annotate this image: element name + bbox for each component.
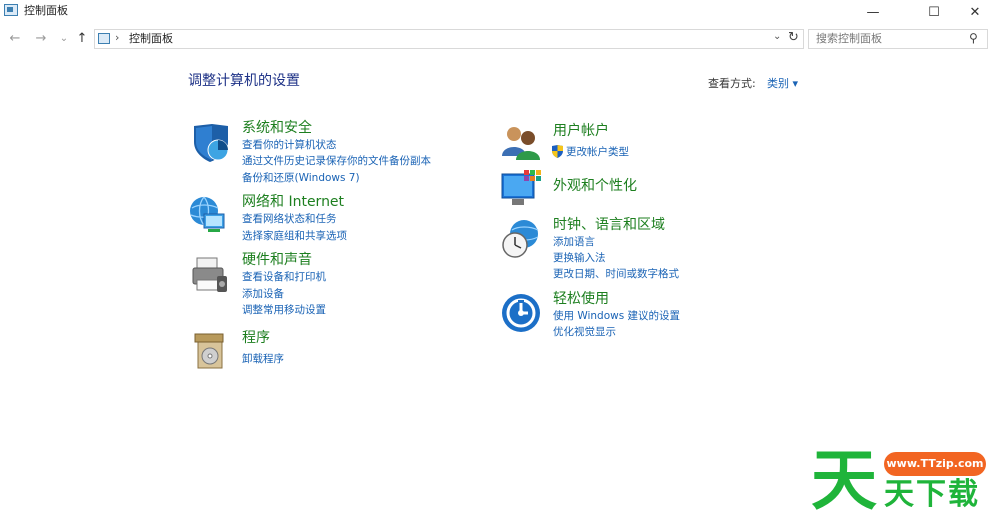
- breadcrumb-separator[interactable]: ›: [115, 31, 119, 44]
- window-title: 控制面板: [24, 4, 68, 17]
- control-panel-icon: [98, 33, 110, 44]
- link-backup-restore[interactable]: 备份和还原(Windows 7): [242, 171, 360, 185]
- search-placeholder[interactable]: 搜索控制面板: [816, 32, 882, 46]
- category-programs[interactable]: 程序: [242, 329, 270, 347]
- link-view-computer-status[interactable]: 查看你的计算机状态: [242, 138, 337, 152]
- breadcrumb-control-panel[interactable]: 控制面板: [129, 32, 173, 46]
- link-mobility-settings[interactable]: 调整常用移动设置: [242, 303, 326, 317]
- category-ease-of-access[interactable]: 轻松使用: [553, 290, 609, 308]
- link-network-status-tasks[interactable]: 查看网络状态和任务: [242, 212, 337, 226]
- up-button[interactable]: ↑: [74, 31, 90, 47]
- category-system-security[interactable]: 系统和安全: [242, 119, 312, 137]
- view-by-dropdown[interactable]: 类别 ▾: [767, 75, 798, 91]
- close-button[interactable]: ✕: [952, 0, 989, 24]
- control-panel-icon: [4, 4, 18, 16]
- search-input[interactable]: 搜索控制面板 ⚲: [808, 29, 988, 49]
- printer-icon[interactable]: [189, 254, 231, 296]
- view-by-label: 查看方式:: [708, 77, 756, 90]
- clock-globe-icon[interactable]: [500, 218, 542, 260]
- address-dropdown-icon[interactable]: ⌄: [773, 31, 781, 42]
- link-homegroup-sharing[interactable]: 选择家庭组和共享选项: [242, 229, 347, 243]
- refresh-icon[interactable]: ↻: [788, 30, 799, 45]
- category-clock-language-region[interactable]: 时钟、语言和区域: [553, 216, 665, 234]
- network-globe-icon[interactable]: [188, 194, 230, 236]
- category-network-internet[interactable]: 网络和 Internet: [242, 193, 344, 211]
- page-title: 调整计算机的设置: [188, 73, 300, 89]
- forward-button[interactable]: →: [33, 31, 49, 47]
- back-button[interactable]: ←: [7, 31, 23, 47]
- link-change-account-type[interactable]: 更改帐户类型: [566, 145, 629, 159]
- address-bar[interactable]: › 控制面板 ⌄ ↻: [94, 29, 804, 49]
- link-uninstall-program[interactable]: 卸载程序: [242, 352, 284, 366]
- maximize-button[interactable]: ☐: [911, 0, 957, 24]
- watermark-text: 天下载: [884, 477, 980, 512]
- uac-shield-icon: [551, 143, 564, 158]
- shield-icon[interactable]: [190, 122, 232, 164]
- link-devices-printers[interactable]: 查看设备和打印机: [242, 270, 326, 284]
- category-appearance-personalization[interactable]: 外观和个性化: [553, 177, 637, 195]
- programs-icon[interactable]: [190, 330, 232, 372]
- watermark-url: www.TTzip.com: [884, 452, 986, 476]
- appearance-personalization-icon[interactable]: [500, 168, 542, 210]
- minimize-button[interactable]: —: [850, 0, 896, 24]
- link-change-input-method[interactable]: 更换输入法: [553, 251, 606, 265]
- link-change-date-time-format[interactable]: 更改日期、时间或数字格式: [553, 267, 679, 281]
- title-bar: 控制面板 — ☐ ✕: [0, 0, 989, 24]
- recent-locations-button[interactable]: ⌄: [56, 31, 72, 47]
- link-add-language[interactable]: 添加语言: [553, 235, 595, 249]
- link-add-device[interactable]: 添加设备: [242, 287, 284, 301]
- category-hardware-sound[interactable]: 硬件和声音: [242, 251, 312, 269]
- link-recommended-settings[interactable]: 使用 Windows 建议的设置: [553, 309, 680, 323]
- watermark-logo-char: 天: [811, 442, 877, 519]
- link-optimize-visual-display[interactable]: 优化视觉显示: [553, 325, 616, 339]
- category-user-accounts[interactable]: 用户帐户: [553, 122, 609, 140]
- user-accounts-icon[interactable]: [500, 122, 542, 164]
- ease-of-access-icon[interactable]: [500, 292, 542, 334]
- search-icon[interactable]: ⚲: [969, 31, 978, 45]
- link-file-history-backup[interactable]: 通过文件历史记录保存你的文件备份副本: [242, 154, 431, 168]
